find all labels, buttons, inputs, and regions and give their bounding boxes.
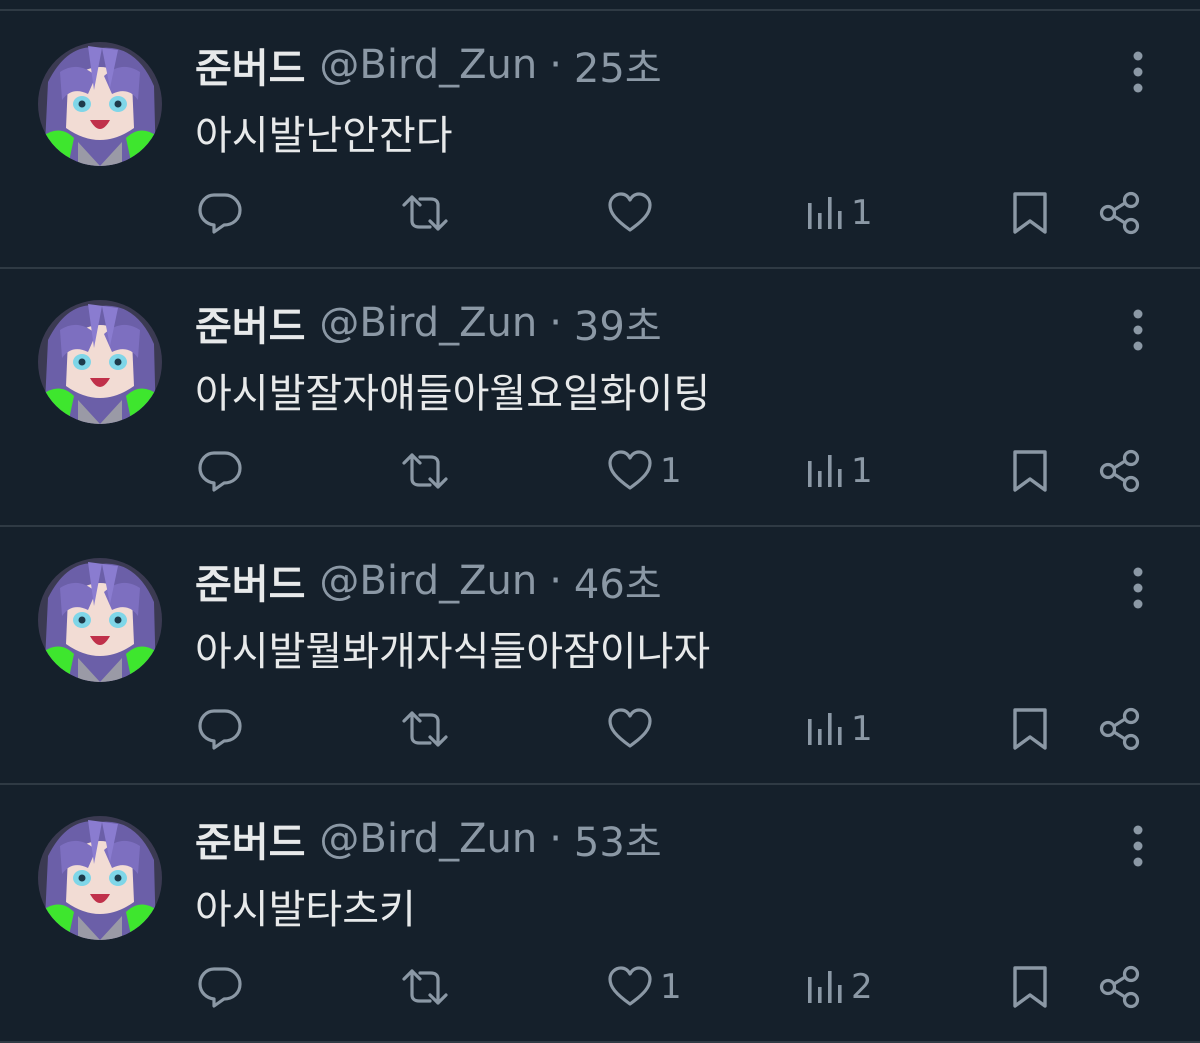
timestamp[interactable]: 53초: [574, 810, 662, 868]
like-button[interactable]: 1: [606, 447, 682, 495]
tweet-text: 아시발난안잔다: [195, 113, 453, 159]
bookmark-icon: [1013, 708, 1047, 750]
reply-button[interactable]: [196, 447, 250, 495]
user-handle[interactable]: @Bird_Zun: [319, 300, 537, 346]
like-button[interactable]: [606, 705, 660, 753]
user-handle[interactable]: @Bird_Zun: [319, 42, 537, 88]
heart-icon: [608, 708, 652, 748]
vertical-dots-icon: [1133, 825, 1143, 867]
vertical-dots-icon: [1133, 567, 1143, 609]
retweet-arrows-icon: [402, 711, 448, 747]
bar-chart-icon: [808, 713, 842, 745]
reply-button[interactable]: [196, 963, 250, 1011]
speech-bubble-icon: [198, 709, 242, 750]
views-button[interactable]: 1: [805, 447, 873, 495]
avatar[interactable]: [38, 816, 162, 940]
tweet-text: 아시발타츠키: [195, 887, 416, 933]
tweet-text: 아시발잘자얘들아월요일화이팅: [195, 371, 711, 417]
views-button[interactable]: 1: [805, 189, 873, 237]
views-button[interactable]: 2: [805, 963, 873, 1011]
bookmark-icon: [1013, 450, 1047, 492]
avatar[interactable]: [38, 300, 162, 424]
tweet-feed: 준버드 @Bird_Zun · 25초 아시발난안잔다 1 준버드 @Bird_…: [0, 11, 1200, 1043]
bookmark-button[interactable]: [1008, 189, 1052, 237]
vertical-dots-icon: [1133, 51, 1143, 93]
display-name[interactable]: 준버드: [195, 552, 305, 610]
tweet[interactable]: 준버드 @Bird_Zun · 53초 아시발타츠키 1 2: [0, 785, 1200, 1043]
bookmark-button[interactable]: [1008, 705, 1052, 753]
retweet-arrows-icon: [402, 453, 448, 489]
user-handle[interactable]: @Bird_Zun: [319, 558, 537, 604]
speech-bubble-icon: [198, 451, 242, 492]
views-button[interactable]: 1: [805, 705, 873, 753]
separator-dot: ·: [549, 558, 562, 604]
bookmark-icon: [1013, 966, 1047, 1008]
bookmark-button[interactable]: [1008, 447, 1052, 495]
tweet[interactable]: 준버드 @Bird_Zun · 46초 아시발뭘봐개자식들아잠이나자 1: [0, 527, 1200, 785]
display-name[interactable]: 준버드: [195, 294, 305, 352]
display-name[interactable]: 준버드: [195, 810, 305, 868]
speech-bubble-icon: [198, 193, 242, 234]
display-name[interactable]: 준버드: [195, 36, 305, 94]
retweet-arrows-icon: [402, 969, 448, 1005]
timestamp[interactable]: 39초: [574, 294, 662, 352]
like-count: 1: [660, 451, 682, 491]
like-button[interactable]: [606, 189, 660, 237]
like-button[interactable]: 1: [606, 963, 682, 1011]
retweet-arrows-icon: [402, 195, 448, 231]
share-icon: [1099, 707, 1140, 751]
vertical-dots-icon: [1133, 309, 1143, 351]
share-button[interactable]: [1096, 705, 1144, 753]
speech-bubble-icon: [198, 967, 242, 1008]
more-options-button[interactable]: [1124, 49, 1152, 95]
view-count: 1: [851, 193, 873, 233]
more-options-button[interactable]: [1124, 565, 1152, 611]
more-options-button[interactable]: [1124, 307, 1152, 353]
tweet-header: 준버드 @Bird_Zun · 46초: [195, 552, 662, 610]
retweet-button[interactable]: [400, 963, 456, 1011]
retweet-button[interactable]: [400, 189, 456, 237]
timestamp[interactable]: 25초: [574, 36, 662, 94]
view-count: 2: [851, 967, 873, 1007]
reply-button[interactable]: [196, 189, 250, 237]
avatar[interactable]: [38, 42, 162, 166]
avatar[interactable]: [38, 558, 162, 682]
like-count: 1: [660, 967, 682, 1007]
share-icon: [1099, 965, 1140, 1009]
separator-dot: ·: [549, 300, 562, 346]
reply-button[interactable]: [196, 705, 250, 753]
share-icon: [1099, 191, 1140, 235]
retweet-button[interactable]: [400, 447, 456, 495]
tweet-header: 준버드 @Bird_Zun · 53초: [195, 810, 662, 868]
share-button[interactable]: [1096, 447, 1144, 495]
share-button[interactable]: [1096, 189, 1144, 237]
separator-dot: ·: [549, 42, 562, 88]
view-count: 1: [851, 451, 873, 491]
bookmark-button[interactable]: [1008, 963, 1052, 1011]
heart-icon: [608, 966, 652, 1006]
bar-chart-icon: [808, 197, 842, 229]
bookmark-icon: [1013, 192, 1047, 234]
retweet-button[interactable]: [400, 705, 456, 753]
bar-chart-icon: [808, 971, 842, 1003]
view-count: 1: [851, 709, 873, 749]
separator-dot: ·: [549, 816, 562, 862]
heart-icon: [608, 450, 652, 490]
tweet[interactable]: 준버드 @Bird_Zun · 25초 아시발난안잔다 1: [0, 11, 1200, 269]
bar-chart-icon: [808, 455, 842, 487]
user-handle[interactable]: @Bird_Zun: [319, 816, 537, 862]
tweet-text: 아시발뭘봐개자식들아잠이나자: [195, 629, 711, 675]
more-options-button[interactable]: [1124, 823, 1152, 869]
share-button[interactable]: [1096, 963, 1144, 1011]
tweet[interactable]: 준버드 @Bird_Zun · 39초 아시발잘자얘들아월요일화이팅 1 1: [0, 269, 1200, 527]
share-icon: [1099, 449, 1140, 493]
heart-icon: [608, 192, 652, 232]
timestamp[interactable]: 46초: [574, 552, 662, 610]
tweet-header: 준버드 @Bird_Zun · 25초: [195, 36, 662, 94]
tweet-header: 준버드 @Bird_Zun · 39초: [195, 294, 662, 352]
